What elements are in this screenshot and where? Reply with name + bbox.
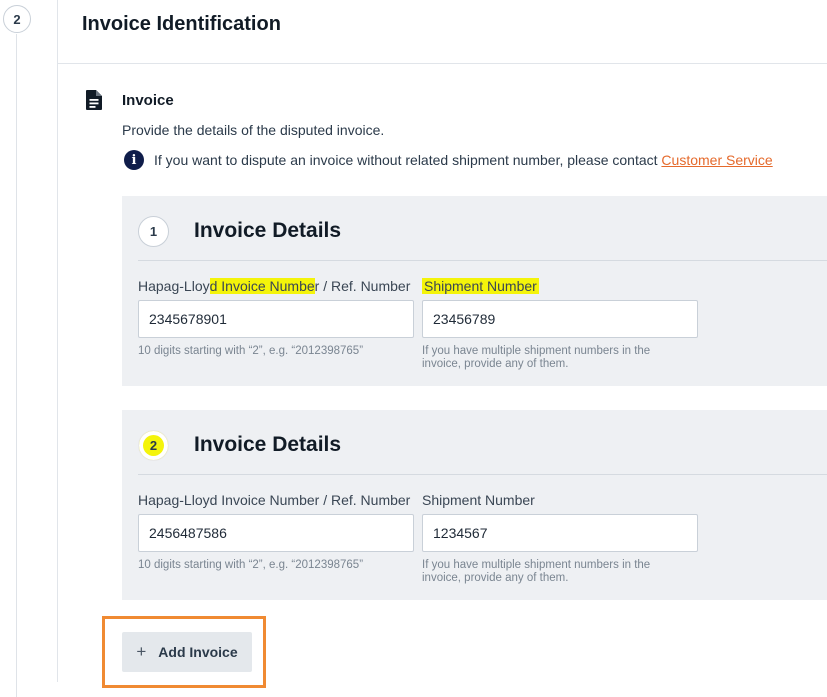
- section-title: Invoice Identification: [82, 13, 281, 35]
- customer-service-link[interactable]: Customer Service: [661, 152, 772, 168]
- card-number-badge: 2: [138, 430, 169, 461]
- invoice-number-input[interactable]: [138, 300, 414, 338]
- card-number-badge: 1: [138, 216, 169, 247]
- panel-border: [57, 0, 58, 682]
- invoice-details-card-2: 2 Invoice Details Hapag-Lloyd Invoice Nu…: [122, 410, 827, 600]
- plus-icon: +: [136, 642, 147, 661]
- info-message: If you want to dispute an invoice withou…: [154, 152, 773, 168]
- info-text: If you want to dispute an invoice withou…: [154, 152, 662, 168]
- card-divider: [138, 474, 827, 475]
- invoice-details-card-1: 1 Invoice Details Hapag-Lloyd Invoice Nu…: [122, 196, 827, 386]
- shipment-number-input[interactable]: [422, 300, 698, 338]
- header-divider: [58, 63, 827, 64]
- invoice-description: Provide the details of the disputed invo…: [122, 122, 385, 138]
- shipment-number-hint: If you have multiple shipment numbers in…: [422, 559, 651, 584]
- card-title: Invoice Details: [194, 219, 342, 242]
- label-highlight: d Invoice Numbe: [209, 278, 315, 294]
- invoice-number-label: Hapag-Lloyd Invoice Number / Ref. Number: [138, 492, 411, 508]
- annotation-highlight-box: + Add Invoice: [102, 616, 266, 688]
- add-invoice-button[interactable]: + Add Invoice: [122, 632, 252, 672]
- card-title: Invoice Details: [194, 433, 342, 456]
- document-icon: [86, 90, 102, 110]
- label-highlight: Shipment Number: [422, 278, 539, 294]
- label-part: r / Ref. Number: [314, 278, 411, 294]
- info-icon: i: [124, 150, 144, 170]
- add-invoice-label: Add Invoice: [158, 644, 238, 660]
- shipment-number-label: Shipment Number: [422, 278, 539, 294]
- invoice-number-hint: 10 digits starting with “2”, e.g. “20123…: [138, 559, 364, 571]
- invoice-number-hint: 10 digits starting with “2”, e.g. “20123…: [138, 345, 364, 357]
- invoice-number-label: Hapag-Lloyd Invoice Number / Ref. Number: [138, 278, 414, 294]
- step-rail: 2: [0, 0, 58, 697]
- step-connector-line: [16, 34, 17, 697]
- invoice-heading: Invoice: [122, 92, 174, 109]
- step-number-badge: 2: [3, 5, 31, 33]
- shipment-number-hint: If you have multiple shipment numbers in…: [422, 345, 651, 370]
- shipment-number-label: Shipment Number: [422, 492, 535, 508]
- card-divider: [138, 260, 827, 261]
- label-part: Hapag-Lloy: [138, 278, 210, 294]
- invoice-number-input[interactable]: [138, 514, 414, 552]
- shipment-number-input[interactable]: [422, 514, 698, 552]
